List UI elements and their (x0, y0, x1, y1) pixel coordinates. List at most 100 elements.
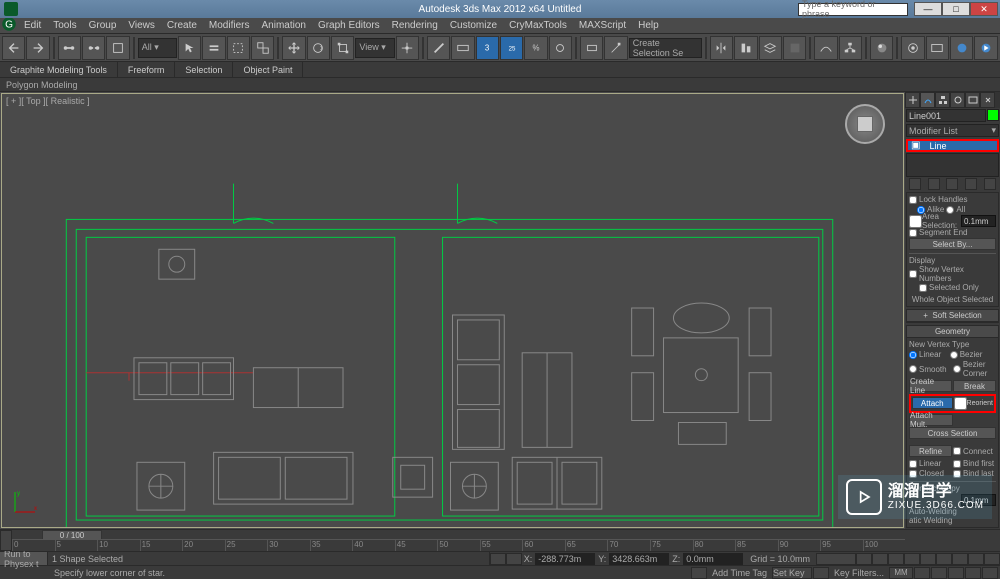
ref-coord-dropdown[interactable]: View ▾ (355, 38, 394, 58)
object-color-swatch[interactable] (987, 109, 999, 121)
timeline-ruler[interactable]: 0 5 10 15 20 25 30 35 40 45 50 55 60 65 … (12, 539, 905, 551)
mm-button[interactable]: MM (889, 567, 913, 579)
show-end-result-icon[interactable] (928, 178, 940, 190)
menu-rendering[interactable]: Rendering (386, 18, 444, 33)
remove-modifier-icon[interactable] (965, 178, 977, 190)
move-icon[interactable] (282, 36, 305, 60)
display-tab-icon[interactable] (965, 92, 980, 108)
viewport-area[interactable]: [ + ][ Top ][ Realistic ] (0, 92, 905, 529)
hierarchy-tab-icon[interactable] (935, 92, 950, 108)
percent-snap-icon[interactable]: % (524, 36, 547, 60)
bind-icon[interactable] (106, 36, 129, 60)
mirror-icon[interactable] (710, 36, 733, 60)
pan-view-icon[interactable] (965, 567, 981, 579)
menu-modifiers[interactable]: Modifiers (203, 18, 256, 33)
menu-group[interactable]: Group (83, 18, 123, 33)
create-tab-icon[interactable] (905, 92, 920, 108)
make-unique-icon[interactable] (946, 178, 958, 190)
app-menu-icon[interactable]: G (0, 15, 18, 36)
rotate-icon[interactable] (307, 36, 330, 60)
menu-views[interactable]: Views (122, 18, 161, 33)
max-viewport-icon[interactable] (982, 567, 998, 579)
scale-icon[interactable] (331, 36, 354, 60)
attach-mult-button[interactable]: Attach Mult. (909, 414, 953, 426)
bezier-corner-radio[interactable] (953, 365, 961, 373)
menu-help[interactable]: Help (632, 18, 665, 33)
render-icon[interactable] (950, 36, 973, 60)
fov-icon[interactable] (948, 567, 964, 579)
menu-animation[interactable]: Animation (255, 18, 311, 33)
menu-graph-editors[interactable]: Graph Editors (312, 18, 386, 33)
motion-tab-icon[interactable] (950, 92, 965, 108)
close-button[interactable]: ✕ (970, 2, 998, 16)
manipulate-icon[interactable] (427, 36, 450, 60)
area-selection-spinner[interactable]: 0.1mm (961, 215, 996, 227)
select-region-icon[interactable] (227, 36, 250, 60)
key-mode-icon[interactable] (813, 567, 829, 579)
connect-checkbox[interactable] (953, 447, 961, 455)
ribbon-tab-graphite[interactable]: Graphite Modeling Tools (0, 62, 118, 77)
selection-filter-dropdown[interactable]: All ▾ (138, 38, 177, 58)
align-icon[interactable] (734, 36, 757, 60)
select-name-icon[interactable] (202, 36, 225, 60)
key-filters-button[interactable]: Key Filters... (830, 568, 888, 578)
lock-handles-checkbox[interactable] (909, 196, 917, 204)
refine-button[interactable]: Refine (909, 445, 952, 457)
modify-tab-icon[interactable] (920, 92, 935, 108)
bind-first-checkbox[interactable] (953, 460, 961, 468)
break-button[interactable]: Break (953, 380, 996, 392)
unlink-icon[interactable] (82, 36, 105, 60)
geometry-header[interactable]: Geometry (907, 326, 998, 338)
graphite-icon[interactable] (783, 36, 806, 60)
minimize-button[interactable]: — (914, 2, 942, 16)
curve-editor-icon[interactable] (814, 36, 837, 60)
undo-icon[interactable] (2, 36, 25, 60)
material-editor-icon[interactable] (870, 36, 893, 60)
spinner-snap-icon[interactable] (549, 36, 572, 60)
create-line-button[interactable]: Create Line (909, 380, 952, 392)
zoom-region-icon[interactable] (931, 567, 947, 579)
edit-named-selections-icon[interactable] (604, 36, 627, 60)
soft-selection-header[interactable]: + Soft Selection (907, 310, 998, 322)
render-production-icon[interactable] (974, 36, 997, 60)
ribbon-tab-object-paint[interactable]: Object Paint (233, 62, 303, 77)
layers-icon[interactable] (759, 36, 782, 60)
pin-stack-icon[interactable] (909, 178, 921, 190)
menu-crymaxtools[interactable]: CryMaxTools (503, 18, 573, 33)
named-selection-icon[interactable] (580, 36, 603, 60)
menu-tools[interactable]: Tools (47, 18, 82, 33)
menu-edit[interactable]: Edit (18, 18, 47, 33)
render-frame-icon[interactable] (926, 36, 949, 60)
angle-snap-icon[interactable]: 25 (500, 36, 523, 60)
keyboard-icon[interactable] (451, 36, 474, 60)
linear-radio[interactable] (909, 351, 917, 359)
window-crossing-icon[interactable] (251, 36, 274, 60)
schematic-view-icon[interactable] (839, 36, 862, 60)
configure-sets-icon[interactable] (984, 178, 996, 190)
modifier-stack-item-highlighted[interactable]: ▣ Line (906, 139, 999, 152)
bezier-radio[interactable] (950, 351, 958, 359)
attach-button[interactable]: Attach (912, 397, 953, 409)
ribbon-subpanel[interactable]: Polygon Modeling (0, 78, 1000, 92)
menu-maxscript[interactable]: MAXScript (573, 18, 632, 33)
linear-checkbox[interactable] (909, 460, 917, 468)
snap-toggle-icon[interactable]: 3 (476, 36, 499, 60)
help-search[interactable]: Type a keyword or phrase (798, 3, 908, 16)
viewport[interactable]: [ + ][ Top ][ Realistic ] (1, 93, 904, 528)
select-icon[interactable] (178, 36, 201, 60)
selected-only-checkbox[interactable] (919, 284, 927, 292)
modifier-list-dropdown[interactable]: Modifier List▾ (906, 124, 999, 137)
object-name-field[interactable]: Line001 (906, 109, 986, 122)
menu-customize[interactable]: Customize (444, 18, 503, 33)
set-key-button[interactable]: Set Key (772, 567, 812, 579)
show-vertex-numbers-checkbox[interactable] (909, 270, 917, 278)
app-icon[interactable] (4, 2, 18, 16)
smooth-radio[interactable] (909, 365, 917, 373)
time-config-icon[interactable] (914, 567, 930, 579)
link-icon[interactable] (58, 36, 81, 60)
menu-create[interactable]: Create (161, 18, 203, 33)
named-selection-dropdown[interactable]: Create Selection Se (629, 38, 702, 58)
add-time-tag[interactable]: Add Time Tag (708, 568, 771, 578)
segment-end-checkbox[interactable] (909, 229, 917, 237)
area-selection-checkbox[interactable] (909, 215, 922, 228)
